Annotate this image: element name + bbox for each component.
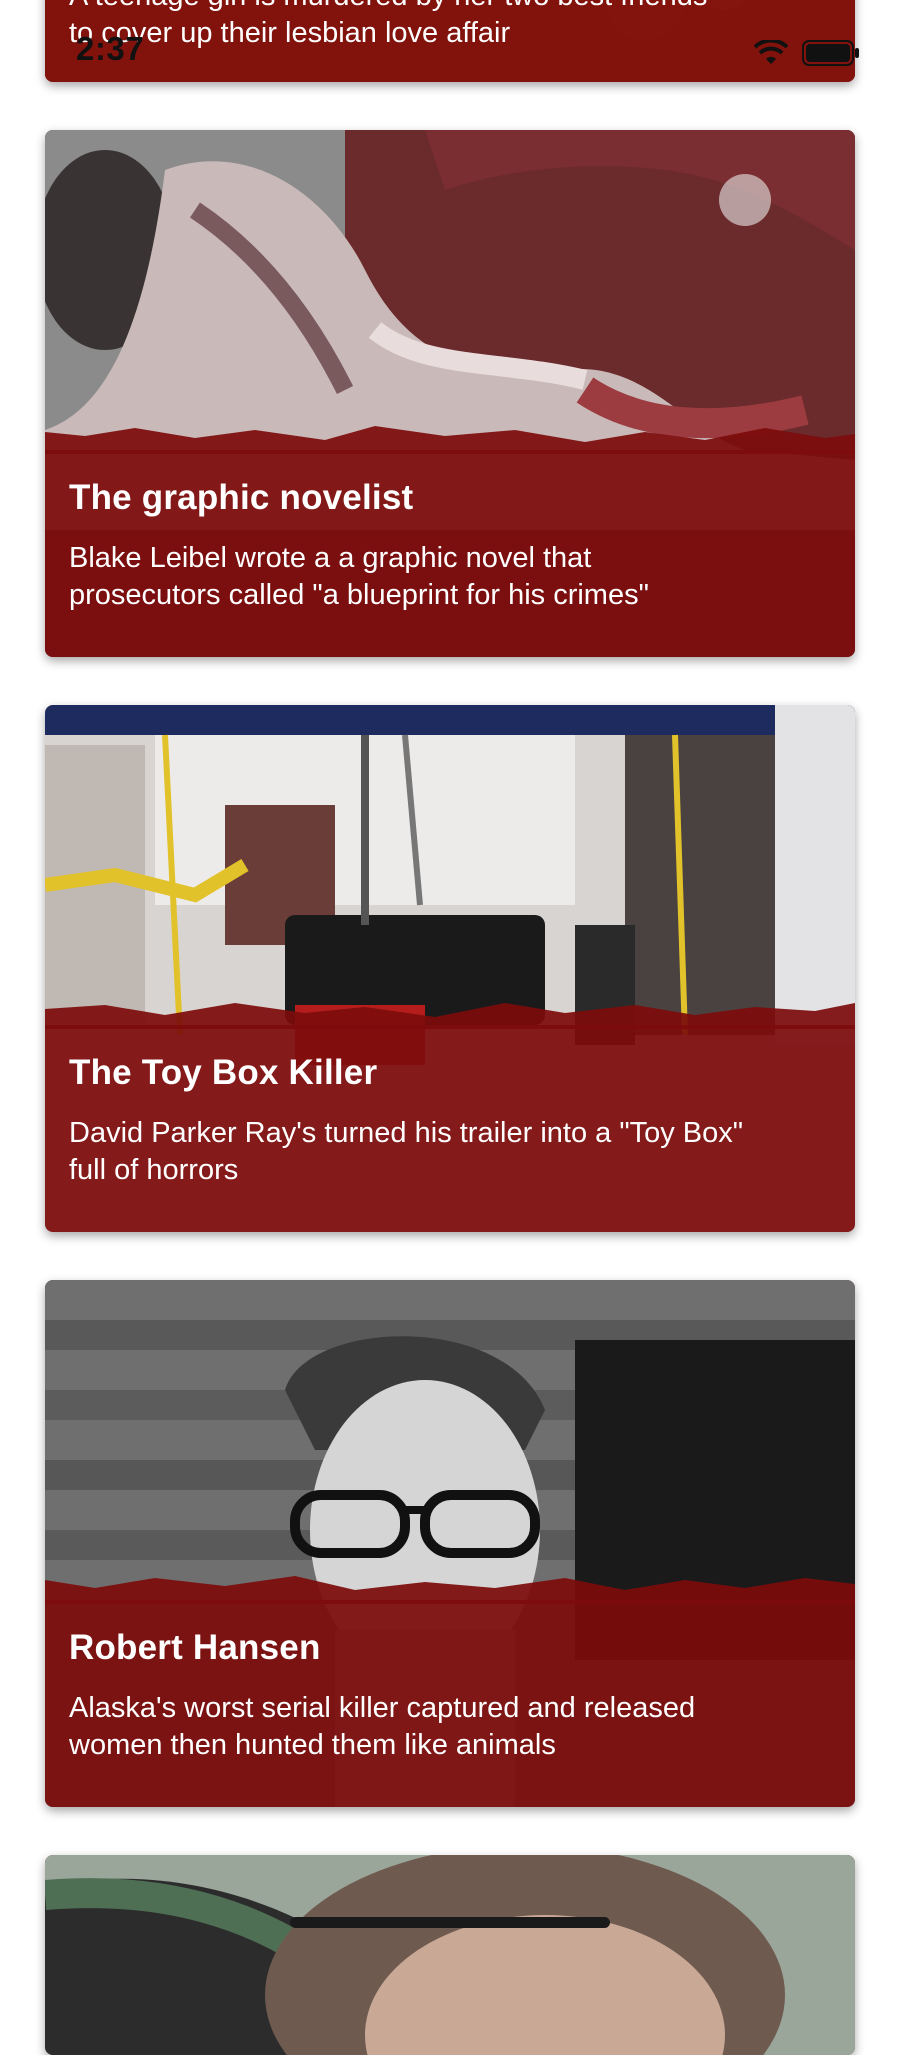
story-description: David Parker Ray's turned his trailer in… [69,1115,831,1189]
story-card[interactable]: A teenage girl is murdered by her two be… [45,0,855,82]
story-card[interactable]: The graphic novelist Blake Leibel wrote … [45,130,855,657]
story-description-line: prosecutors called "a blueprint for his … [69,579,649,611]
story-card[interactable]: The Toy Box Killer David Parker Ray's tu… [45,705,855,1232]
story-description-line: to cover up their lesbian love affair [69,17,511,49]
story-title: Robert Hansen [69,1628,321,1667]
story-description-line: Blake Leibel wrote a a graphic novel tha… [69,542,592,574]
status-icons [753,38,860,71]
story-caption: The Toy Box Killer David Parker Ray's tu… [45,1003,855,1232]
wifi-icon [753,38,789,71]
story-description: Alaska's worst serial killer captured an… [69,1690,831,1764]
story-description-line: David Parker Ray's turned his trailer in… [69,1117,744,1149]
story-title: The Toy Box Killer [69,1053,378,1092]
story-description-line: women then hunted them like animals [69,1729,556,1761]
story-caption: Robert Hansen Alaska's worst serial kill… [45,1576,855,1807]
story-card[interactable] [45,1855,855,2055]
story-description-line: Alaska's worst serial killer captured an… [69,1692,696,1724]
home-indicator[interactable] [290,1917,610,1928]
story-title: The graphic novelist [69,478,414,517]
status-time: 2:37 [76,30,145,67]
story-description: Blake Leibel wrote a a graphic novel tha… [69,540,831,614]
story-description: A teenage girl is murdered by her two be… [69,0,831,52]
battery-icon [802,40,860,71]
story-card[interactable]: Robert Hansen Alaska's worst serial kill… [45,1280,855,1807]
story-description-line: A teenage girl is murdered by her two be… [69,0,831,15]
story-description-line: full of horrors [69,1154,239,1186]
story-image [45,1855,855,2055]
story-caption: The graphic novelist Blake Leibel wrote … [45,426,855,657]
